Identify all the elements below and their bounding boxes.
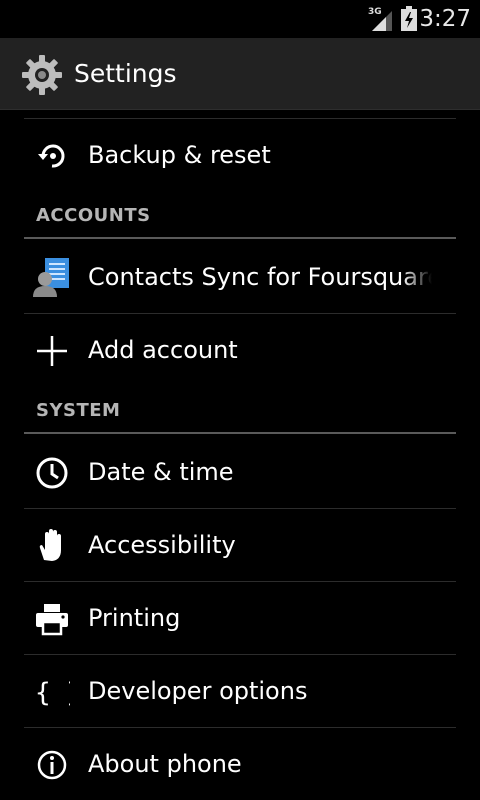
settings-item-label: Developer options — [88, 677, 308, 705]
status-time: 3:27 — [419, 6, 471, 32]
svg-text:{ }: { } — [35, 678, 70, 708]
contacts-sync-icon — [33, 258, 69, 297]
printer-icon — [36, 604, 68, 636]
status-bar: 3G 3:27 — [0, 0, 480, 38]
settings-item-date-time[interactable]: Date & time — [24, 436, 456, 508]
section-divider — [24, 237, 456, 239]
section-header-accounts: ACCOUNTS — [36, 205, 151, 226]
settings-item-contacts-sync[interactable]: Contacts Sync for Foursquare — [24, 241, 456, 313]
braces-icon: { } — [35, 678, 70, 708]
settings-item-accessibility[interactable]: Accessibility — [24, 509, 456, 581]
info-icon — [37, 750, 67, 780]
plus-icon — [37, 336, 67, 366]
settings-item-backup-reset[interactable]: Backup & reset — [24, 119, 456, 191]
battery-charging-icon — [401, 6, 417, 31]
svg-text:3G: 3G — [368, 7, 382, 17]
settings-item-label: Contacts Sync for Foursquare — [88, 263, 432, 291]
settings-item-about-phone[interactable]: About phone — [24, 728, 456, 800]
settings-item-label: Add account — [88, 336, 238, 364]
text-fade — [402, 241, 432, 313]
settings-item-label: Printing — [88, 604, 181, 632]
settings-item-label: About phone — [88, 750, 242, 778]
settings-item-label: Backup & reset — [88, 141, 271, 169]
gear-icon[interactable] — [20, 53, 64, 97]
signal-3g-icon: 3G — [368, 7, 392, 31]
section-divider — [24, 432, 456, 434]
page-title: Settings — [74, 59, 177, 88]
clock-icon — [36, 457, 68, 489]
settings-item-developer-options[interactable]: { } Developer options — [24, 655, 456, 727]
section-header-system: SYSTEM — [36, 400, 121, 421]
settings-item-add-account[interactable]: Add account — [24, 314, 456, 386]
settings-item-label: Accessibility — [88, 531, 236, 559]
action-bar: Settings — [0, 38, 480, 110]
settings-item-printing[interactable]: Printing — [24, 582, 456, 654]
backup-restore-icon — [38, 144, 65, 168]
settings-item-label: Date & time — [88, 458, 234, 486]
hand-icon — [39, 529, 61, 561]
